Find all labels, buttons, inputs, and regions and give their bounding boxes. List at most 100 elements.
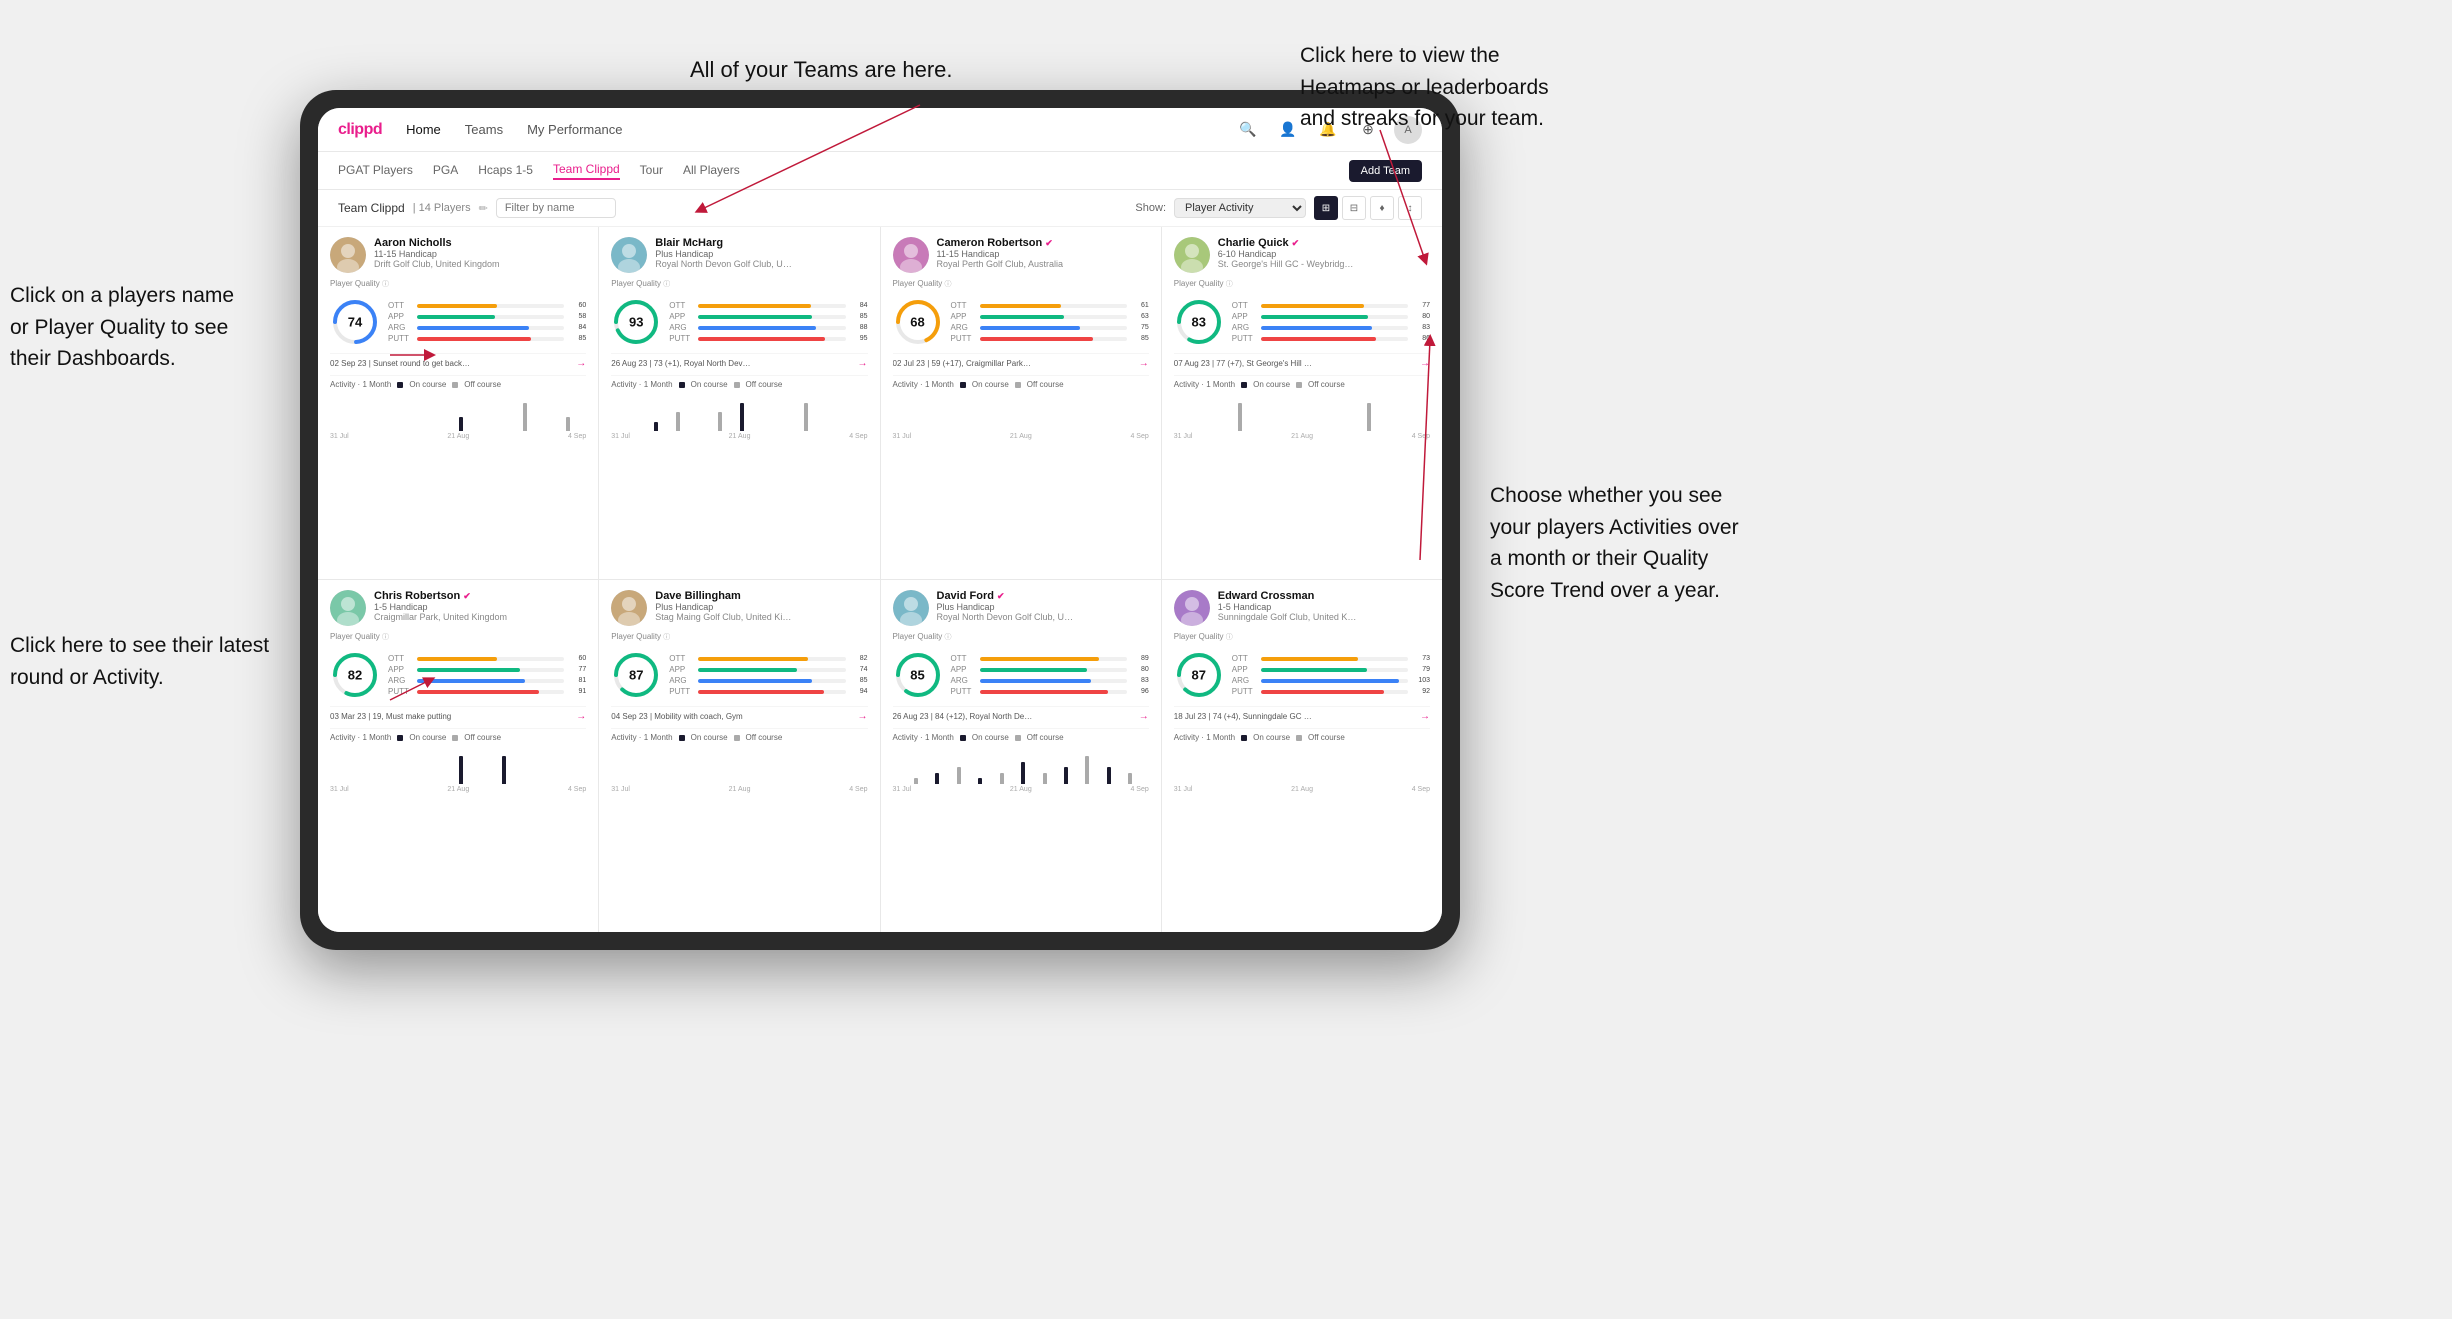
- activity-section: Activity · 1 Month On course Off course: [893, 728, 1149, 793]
- nav-performance[interactable]: My Performance: [527, 122, 622, 137]
- player-card[interactable]: Blair McHarg Plus Handicap Royal North D…: [599, 227, 879, 579]
- chart-date: 31 Jul: [893, 786, 912, 793]
- search-input[interactable]: [496, 198, 616, 218]
- latest-round[interactable]: 07 Aug 23 | 77 (+7), St George's Hill GC…: [1174, 353, 1430, 369]
- stat-row: OTT 77: [1232, 301, 1430, 310]
- stat-row: OTT 60: [388, 301, 586, 310]
- grid-view-icon[interactable]: ⊞: [1314, 196, 1338, 220]
- tab-tour[interactable]: Tour: [640, 163, 663, 179]
- verified-icon: ✔: [1292, 238, 1300, 249]
- chart-dates: 31 Jul21 Aug4 Sep: [330, 433, 586, 440]
- player-name[interactable]: Edward Crossman: [1218, 590, 1430, 602]
- stat-bar-bg: [1261, 304, 1408, 308]
- stat-bar-bg: [417, 690, 564, 694]
- quality-section[interactable]: 74 OTT 60 APP: [330, 297, 586, 347]
- filter-icon[interactable]: ♦: [1370, 196, 1394, 220]
- quality-section[interactable]: 93 OTT 84 APP: [611, 297, 867, 347]
- quality-section[interactable]: 82 OTT 60 APP: [330, 650, 586, 700]
- activity-header: Activity · 1 Month On course Off course: [1174, 733, 1430, 742]
- quality-section[interactable]: 87 OTT 73 APP: [1174, 650, 1430, 700]
- profile-icon[interactable]: 👤: [1274, 116, 1302, 144]
- tab-hcaps[interactable]: Hcaps 1-5: [478, 163, 533, 179]
- latest-round[interactable]: 04 Sep 23 | Mobility with coach, Gym →: [611, 706, 867, 722]
- chart-bar: [1128, 773, 1132, 784]
- quality-section[interactable]: 68 OTT 61 APP: [893, 297, 1149, 347]
- latest-round[interactable]: 26 Aug 23 | 84 (+12), Royal North Devon …: [893, 706, 1149, 722]
- list-view-icon[interactable]: ⊟: [1342, 196, 1366, 220]
- player-card[interactable]: Chris Robertson✔ 1-5 Handicap Craigmilla…: [318, 580, 598, 932]
- tab-pgat[interactable]: PGAT Players: [338, 163, 413, 179]
- stat-bar-bg: [980, 315, 1127, 319]
- chart-date: 4 Sep: [1412, 433, 1430, 440]
- stat-value: 82: [850, 655, 868, 662]
- activity-section: Activity · 1 Month On course Off course: [1174, 375, 1430, 440]
- latest-round-text: 04 Sep 23 | Mobility with coach, Gym: [611, 712, 742, 721]
- latest-round[interactable]: 26 Aug 23 | 73 (+1), Royal North Devon G…: [611, 353, 867, 369]
- player-name[interactable]: Chris Robertson✔: [374, 590, 586, 602]
- quality-section[interactable]: 87 OTT 82 APP: [611, 650, 867, 700]
- edit-icon[interactable]: ✏: [479, 202, 488, 215]
- tab-all-players[interactable]: All Players: [683, 163, 740, 179]
- player-name[interactable]: David Ford✔: [937, 590, 1149, 602]
- nav-home[interactable]: Home: [406, 122, 441, 137]
- player-card[interactable]: Aaron Nicholls 11-15 Handicap Drift Golf…: [318, 227, 598, 579]
- stat-value: 73: [1412, 655, 1430, 662]
- player-name[interactable]: Blair McHarg: [655, 237, 867, 249]
- stat-label: PUTT: [951, 334, 976, 343]
- team-bar: Team Clippd | 14 Players ✏ Show: Player …: [318, 190, 1442, 227]
- stat-row: OTT 73: [1232, 654, 1430, 663]
- latest-round-text: 18 Jul 23 | 74 (+4), Sunningdale GC - Ol…: [1174, 712, 1314, 721]
- off-course-label: Off course: [746, 380, 783, 389]
- chart-date: 21 Aug: [1291, 433, 1313, 440]
- activity-chart: [611, 746, 867, 786]
- player-name[interactable]: Dave Billingham: [655, 590, 867, 602]
- on-course-legend: [960, 382, 966, 388]
- chart-bar: [523, 403, 527, 431]
- player-card[interactable]: Charlie Quick✔ 6-10 Handicap St. George'…: [1162, 227, 1442, 579]
- search-icon[interactable]: 🔍: [1234, 116, 1262, 144]
- player-name[interactable]: Cameron Robertson✔: [937, 237, 1149, 249]
- add-team-button[interactable]: Add Team: [1349, 160, 1422, 182]
- quality-ring: 68: [893, 297, 943, 347]
- round-arrow-icon: →: [1139, 358, 1149, 369]
- sort-icon[interactable]: ↕: [1398, 196, 1422, 220]
- latest-round-annotation: Click here to see their latestround or A…: [10, 630, 269, 693]
- quality-section[interactable]: 85 OTT 89 APP: [893, 650, 1149, 700]
- quality-ring: 87: [1174, 650, 1224, 700]
- stat-row: ARG 75: [951, 323, 1149, 332]
- round-arrow-icon: →: [576, 711, 586, 722]
- show-select[interactable]: Player Activity Quality Score Trend: [1174, 198, 1306, 218]
- teams-annotation: All of your Teams are here.: [690, 55, 953, 86]
- stat-value: 60: [568, 655, 586, 662]
- chart-bar-group: [1085, 756, 1105, 784]
- stat-row: OTT 60: [388, 654, 586, 663]
- chart-bar-group: [1043, 773, 1063, 784]
- logo[interactable]: clippd: [338, 121, 382, 139]
- latest-round[interactable]: 18 Jul 23 | 74 (+4), Sunningdale GC - Ol…: [1174, 706, 1430, 722]
- chart-bar-group: [978, 778, 998, 784]
- latest-round[interactable]: 02 Jul 23 | 59 (+17), Craigmillar Park G…: [893, 353, 1149, 369]
- player-card[interactable]: David Ford✔ Plus Handicap Royal North De…: [881, 580, 1161, 932]
- activity-label: Activity · 1 Month: [893, 380, 954, 389]
- off-course-legend: [1296, 735, 1302, 741]
- stat-row: APP 77: [388, 665, 586, 674]
- chart-bar: [459, 417, 463, 431]
- latest-round[interactable]: 02 Sep 23 | Sunset round to get back int…: [330, 353, 586, 369]
- latest-round[interactable]: 03 Mar 23 | 19, Must make putting →: [330, 706, 586, 722]
- player-name[interactable]: Charlie Quick✔: [1218, 237, 1430, 249]
- player-card[interactable]: Edward Crossman 1-5 Handicap Sunningdale…: [1162, 580, 1442, 932]
- stat-bar-bg: [980, 304, 1127, 308]
- player-name[interactable]: Aaron Nicholls: [374, 237, 586, 249]
- off-course-label: Off course: [746, 733, 783, 742]
- on-course-legend: [397, 735, 403, 741]
- on-course-label: On course: [972, 733, 1009, 742]
- player-card[interactable]: Dave Billingham Plus Handicap Stag Maing…: [599, 580, 879, 932]
- quality-ring: 82: [330, 650, 380, 700]
- quality-section[interactable]: 83 OTT 77 APP: [1174, 297, 1430, 347]
- stat-label: PUTT: [388, 334, 413, 343]
- on-course-legend: [1241, 382, 1247, 388]
- tab-pga[interactable]: PGA: [433, 163, 458, 179]
- nav-teams[interactable]: Teams: [465, 122, 503, 137]
- player-card[interactable]: Cameron Robertson✔ 11-15 Handicap Royal …: [881, 227, 1161, 579]
- tab-team-clippd[interactable]: Team Clippd: [553, 162, 620, 180]
